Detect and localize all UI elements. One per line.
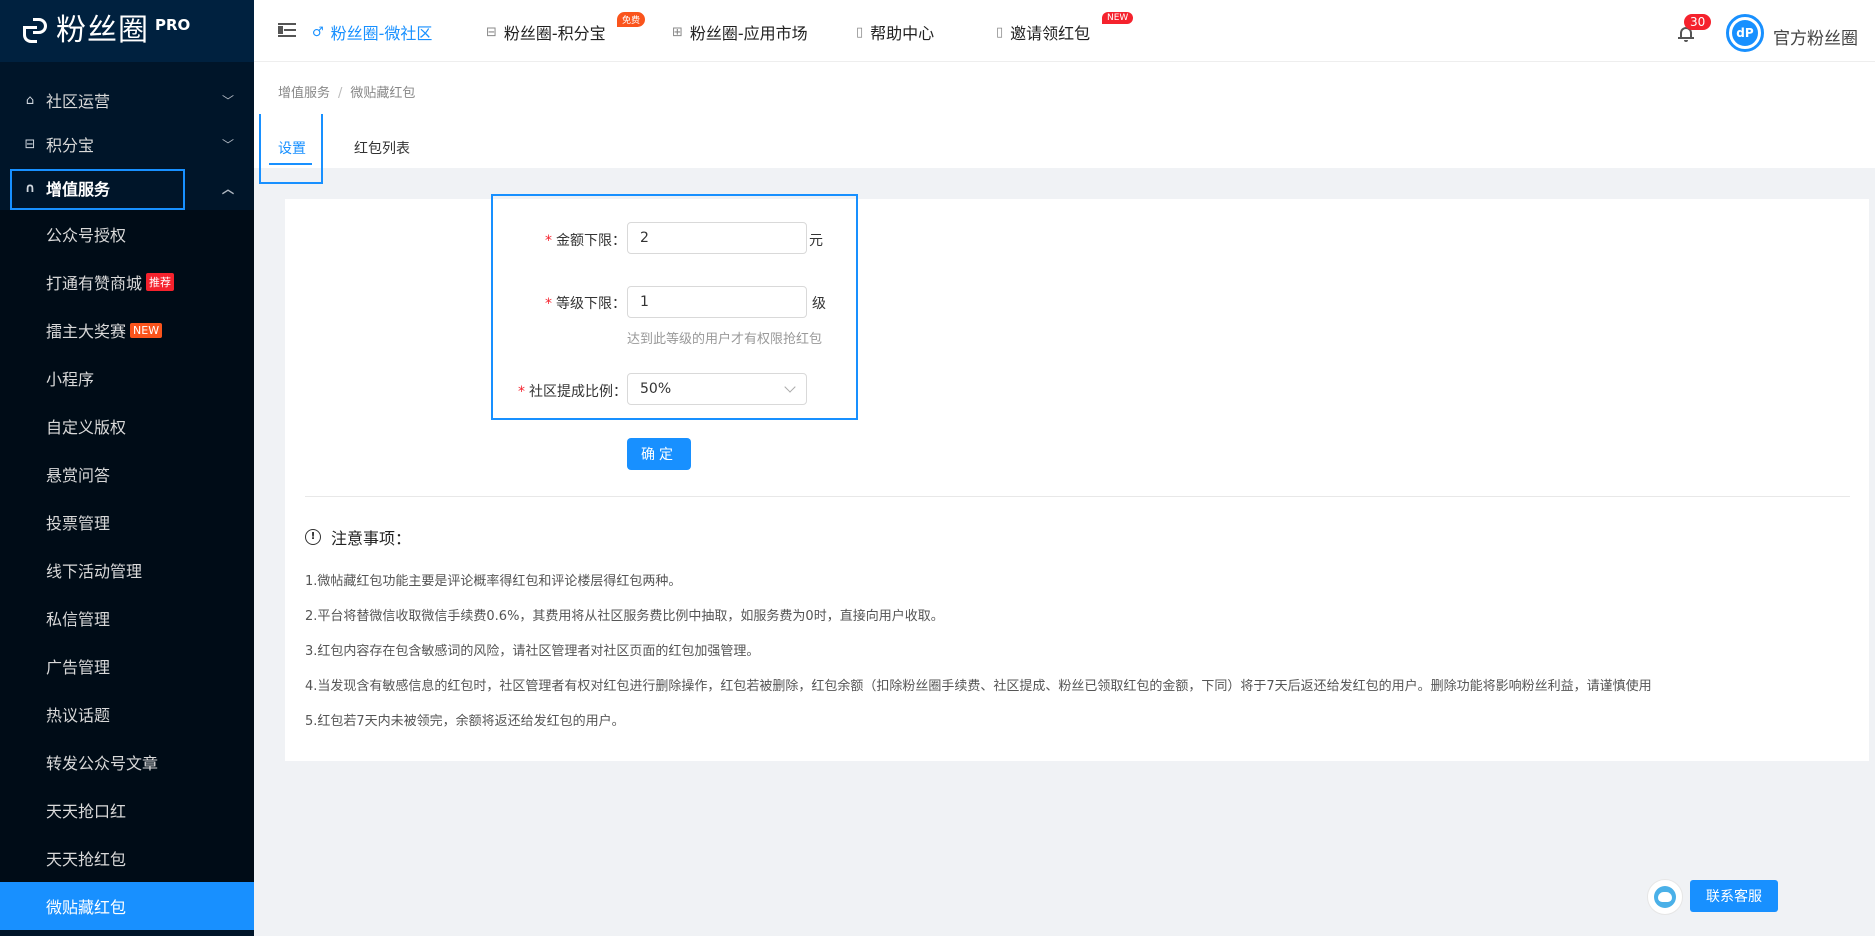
level-hint: 达到此等级的用户才有权限抢红包 (627, 332, 823, 347)
sidebar-item-voting[interactable]: 投票管理 (0, 498, 254, 546)
sidebar-item-hidden-redpacket[interactable]: 微贴藏红包 (0, 882, 254, 930)
sidebar-item-mini-program[interactable]: 小程序 (0, 354, 254, 402)
chevron-down-icon (784, 381, 796, 393)
divider (305, 496, 1850, 497)
tab-active-indicator (269, 163, 312, 165)
user-name[interactable]: 官方粉丝圈 (1773, 24, 1858, 49)
nav-points[interactable]: ⊟ 粉丝圈-积分宝 免费 (486, 12, 646, 44)
tab-settings[interactable]: 设置 (278, 138, 306, 158)
sidebar-item-ads[interactable]: 广告管理 (0, 642, 254, 690)
sidebar-item-offline-events[interactable]: 线下活动管理 (0, 546, 254, 594)
sidebar-item-copyright[interactable]: 自定义版权 (0, 402, 254, 450)
top-header: ♂ 粉丝圈-微社区 ⊟ 粉丝圈-积分宝 免费 ⊞ 粉丝圈-应用市场 ▯ 帮助中心… (254, 0, 1875, 62)
notice-item: 2.平台将替微信收取微信手续费0.6%，其费用将从社区服务费比例中抽取，如服务费… (305, 609, 944, 624)
chevron-down-icon: ﹀ (221, 94, 234, 108)
logo[interactable]: 粉丝圈 PRO (0, 0, 254, 62)
link-icon: ♂ (312, 24, 324, 40)
chevron-up-icon: ︿ (221, 182, 234, 196)
chevron-down-icon: ﹀ (221, 138, 234, 152)
nav-app-market[interactable]: ⊞ 粉丝圈-应用市场 (672, 20, 808, 44)
nav-invite-redpacket[interactable]: ▯ 邀请领红包 NEW (996, 12, 1134, 44)
notice-item: 5.红包若7天内未被领完，余额将返还给发红包的用户。 (305, 714, 625, 729)
free-badge: 免费 (617, 12, 646, 27)
sidebar-item-youzan[interactable]: 打通有赞商城 推荐 (0, 258, 254, 306)
breadcrumb-current: 微贴藏红包 (350, 86, 416, 101)
new-badge: NEW (1102, 12, 1134, 24)
level-unit: 级 (812, 296, 826, 312)
menu-collapse-icon[interactable] (278, 22, 296, 38)
logo-text: 粉丝圈 (56, 13, 149, 48)
notice-item: 4.当发现含有敏感信息的红包时，社区管理者有权对红包进行删除操作，红包若被删除，… (305, 679, 1652, 694)
gift-icon: ⊟ (24, 136, 36, 152)
notice-item: 1.微帖藏红包功能主要是评论概率得红包和评论楼层得红包两种。 (305, 574, 682, 589)
amount-label: * 金额下限： (545, 233, 626, 249)
contact-support-button[interactable]: 联系客服 (1690, 880, 1778, 912)
page-top: 增值服务 / 微贴藏红包 设置 红包列表 (254, 62, 1875, 184)
nav-help-center[interactable]: ▯ 帮助中心 (856, 20, 934, 44)
recommend-tag: 推荐 (146, 273, 175, 291)
headset-icon: ∩ (24, 180, 36, 196)
home-icon: ⌂ (25, 92, 35, 108)
grid-icon: ⊞ (672, 24, 683, 40)
breadcrumb-separator: / (338, 86, 343, 101)
logo-pro: PRO (155, 16, 191, 34)
menu-group-label: 积分宝 (46, 136, 95, 155)
menu-group-community-ops[interactable]: ⌂ 社区运营 ﹀ (0, 78, 254, 122)
info-icon: ! (305, 529, 321, 545)
tab-redpacket-list[interactable]: 红包列表 (354, 138, 410, 158)
ratio-select[interactable]: 50% (627, 373, 807, 405)
sidebar-item-contest[interactable]: 擂主大奖赛 NEW (0, 306, 254, 354)
notification-count: 30 (1684, 14, 1712, 30)
level-input[interactable] (627, 286, 807, 318)
amount-unit: 元 (809, 233, 823, 249)
avatar[interactable]: dP (1726, 14, 1764, 52)
sidebar-item-bounty-qa[interactable]: 悬赏问答 (0, 450, 254, 498)
sidebar: 粉丝圈 PRO ⌂ 社区运营 ﹀ ⊟ 积分宝 ﹀ ∩ 增值服务 ︿ 公众号授权 … (0, 0, 254, 936)
sidebar-item-official-account[interactable]: 公众号授权 (0, 210, 254, 258)
sidebar-item-hot-topics[interactable]: 热议话题 (0, 690, 254, 738)
menu-group-value-added[interactable]: ∩ 增值服务 ︿ (0, 166, 254, 210)
breadcrumb: 增值服务 / 微贴藏红包 (278, 82, 415, 101)
sidebar-item-repost-articles[interactable]: 转发公众号文章 (0, 738, 254, 786)
redpacket-icon: ▯ (996, 24, 1004, 40)
notice-title: ! 注意事项： (305, 525, 411, 549)
menu-group-label: 增值服务 (46, 180, 111, 199)
confirm-button[interactable]: 确定 (627, 438, 691, 470)
sidebar-item-daily-redpacket[interactable]: 天天抢红包 (0, 834, 254, 882)
sidebar-item-lipstick[interactable]: 天天抢口红 (0, 786, 254, 834)
gift-icon: ⊟ (486, 24, 497, 40)
menu-group-label: 社区运营 (46, 92, 111, 111)
ratio-label: * 社区提成比例： (518, 384, 627, 400)
submenu: 公众号授权 打通有赞商城 推荐 擂主大奖赛 NEW 小程序 自定义版权 悬赏问答 投… (0, 210, 254, 930)
nav-micro-community[interactable]: ♂ 粉丝圈-微社区 (312, 20, 432, 44)
customer-service-icon[interactable] (1647, 879, 1683, 915)
logo-mark-icon (22, 17, 50, 45)
sidebar-item-messages[interactable]: 私信管理 (0, 594, 254, 642)
book-icon: ▯ (856, 24, 864, 40)
amount-input[interactable] (627, 222, 807, 254)
new-tag: NEW (130, 322, 163, 338)
level-label: * 等级下限： (545, 296, 626, 312)
notice-item: 3.红包内容存在包含敏感词的风险，请社区管理者对社区页面的红包加强管理。 (305, 644, 760, 659)
menu-group-points[interactable]: ⊟ 积分宝 ﹀ (0, 122, 254, 166)
breadcrumb-parent[interactable]: 增值服务 (278, 86, 330, 101)
